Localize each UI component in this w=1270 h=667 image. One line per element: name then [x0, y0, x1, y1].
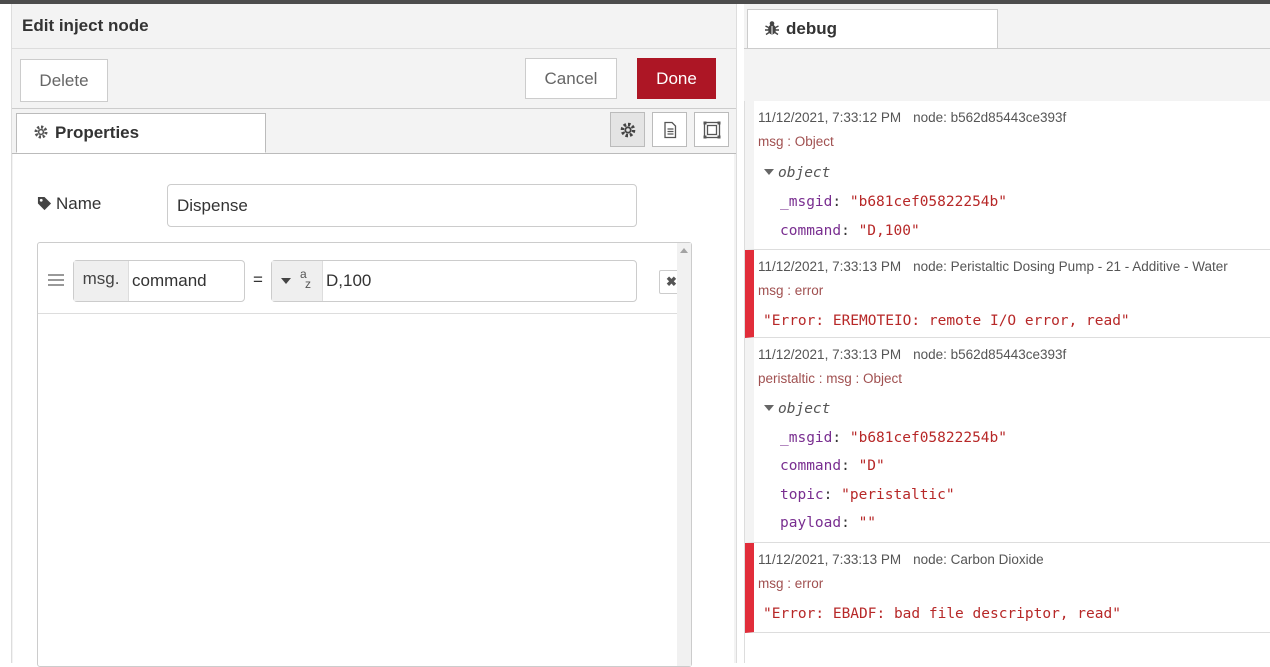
- tag-icon: [37, 196, 52, 211]
- tray-tabs: Properties: [12, 109, 736, 154]
- object-property: topic: "peristaltic": [780, 487, 955, 503]
- message-meta: 11/12/2021, 7:33:12 PM node: b562d85443ce…: [758, 110, 1066, 125]
- name-input[interactable]: Dispense: [167, 184, 637, 227]
- type-select-button[interactable]: az: [272, 261, 323, 301]
- message-meta: 11/12/2021, 7:33:13 PM node: Carbon Dioxi…: [758, 552, 1044, 567]
- debug-toolbar: [744, 48, 1270, 102]
- debug-message-error[interactable]: 11/12/2021, 7:33:13 PM node: Peristaltic …: [745, 250, 1270, 338]
- properties-panel: Name Dispense msg. command = az D,100 ✖: [13, 154, 734, 667]
- debug-sidebar: debug 11/12/2021, 7:33:12 PM node: b562d8…: [744, 4, 1270, 663]
- property-value-text: D,100: [326, 271, 372, 290]
- object-property: payload: "": [780, 515, 877, 531]
- edit-node-tray: Edit inject node Delete Cancel Done Prop…: [11, 4, 737, 667]
- tab-debug-label: debug: [786, 19, 837, 38]
- object-toggle[interactable]: object: [764, 165, 830, 181]
- name-label-text: Name: [56, 194, 102, 213]
- property-list: msg. command = az D,100 ✖: [37, 242, 692, 667]
- message-topic: peristaltic : msg : Object: [758, 371, 903, 386]
- message-topic: msg : Object: [758, 134, 834, 149]
- debug-message[interactable]: 11/12/2021, 7:33:12 PM node: b562d85443ce…: [745, 101, 1270, 250]
- object-property: command: "D": [780, 458, 885, 474]
- message-node: node: Peristaltic Dosing Pump - 21 - Add…: [913, 259, 1228, 274]
- message-node: node: b562d85443ce393f: [913, 347, 1067, 362]
- gear-icon: [33, 116, 49, 139]
- message-meta: 11/12/2021, 7:33:13 PM node: Peristaltic …: [758, 259, 1228, 274]
- caret-down-icon: [281, 278, 291, 284]
- debug-message[interactable]: 11/12/2021, 7:33:13 PM node: b562d85443ce…: [745, 338, 1270, 543]
- node-appearance-button[interactable]: [694, 112, 729, 147]
- done-button[interactable]: Done: [637, 58, 716, 99]
- drag-handle-icon[interactable]: [48, 274, 64, 289]
- tab-properties-label: Properties: [55, 123, 140, 142]
- message-timestamp: 11/12/2021, 7:33:12 PM: [758, 110, 902, 125]
- message-topic: msg : error: [758, 283, 824, 298]
- cancel-button[interactable]: Cancel: [525, 58, 617, 99]
- debug-message-error[interactable]: 11/12/2021, 7:33:13 PM node: Carbon Dioxi…: [745, 543, 1270, 633]
- message-node: node: Carbon Dioxide: [913, 552, 1044, 567]
- message-topic: msg : error: [758, 576, 824, 591]
- delete-button[interactable]: Delete: [20, 59, 108, 102]
- scroll-up-arrow-icon[interactable]: [680, 248, 688, 253]
- property-value-field[interactable]: az D,100: [271, 260, 637, 302]
- tab-properties[interactable]: Properties: [16, 113, 266, 153]
- list-item: msg. command = az D,100 ✖: [38, 243, 684, 314]
- string-type-icon: az: [300, 267, 311, 291]
- message-timestamp: 11/12/2021, 7:33:13 PM: [758, 259, 902, 274]
- tray-title: Edit inject node: [12, 4, 736, 49]
- tray-toolbar: Delete Cancel Done: [12, 50, 736, 109]
- message-meta: 11/12/2021, 7:33:13 PM node: b562d85443ce…: [758, 347, 1066, 362]
- object-property: _msgid: "b681cef05822254b": [780, 430, 1007, 446]
- object-property: _msgid: "b681cef05822254b": [780, 194, 1007, 210]
- bug-icon: [765, 21, 779, 36]
- object-property: command: "D,100": [780, 223, 920, 239]
- error-text: "Error: EREMOTEIO: remote I/O error, rea…: [763, 313, 1130, 329]
- message-timestamp: 11/12/2021, 7:33:13 PM: [758, 347, 902, 362]
- property-name-field[interactable]: msg. command: [73, 260, 245, 302]
- node-description-button[interactable]: [652, 112, 687, 147]
- object-toggle[interactable]: object: [764, 401, 830, 417]
- caret-down-icon: [764, 169, 774, 175]
- message-timestamp: 11/12/2021, 7:33:13 PM: [758, 552, 902, 567]
- scrollbar[interactable]: [677, 243, 691, 666]
- name-label: Name: [37, 194, 101, 214]
- equals-sign: =: [253, 270, 263, 289]
- error-text: "Error: EBADF: bad file descriptor, read…: [763, 606, 1121, 622]
- debug-messages: 11/12/2021, 7:33:12 PM node: b562d85443ce…: [744, 101, 1270, 663]
- msg-prefix[interactable]: msg.: [74, 261, 129, 301]
- message-node: node: b562d85443ce393f: [913, 110, 1067, 125]
- tab-debug[interactable]: debug: [747, 9, 998, 49]
- node-properties-button[interactable]: [610, 112, 645, 147]
- caret-down-icon: [764, 405, 774, 411]
- property-name-text: command: [132, 271, 207, 290]
